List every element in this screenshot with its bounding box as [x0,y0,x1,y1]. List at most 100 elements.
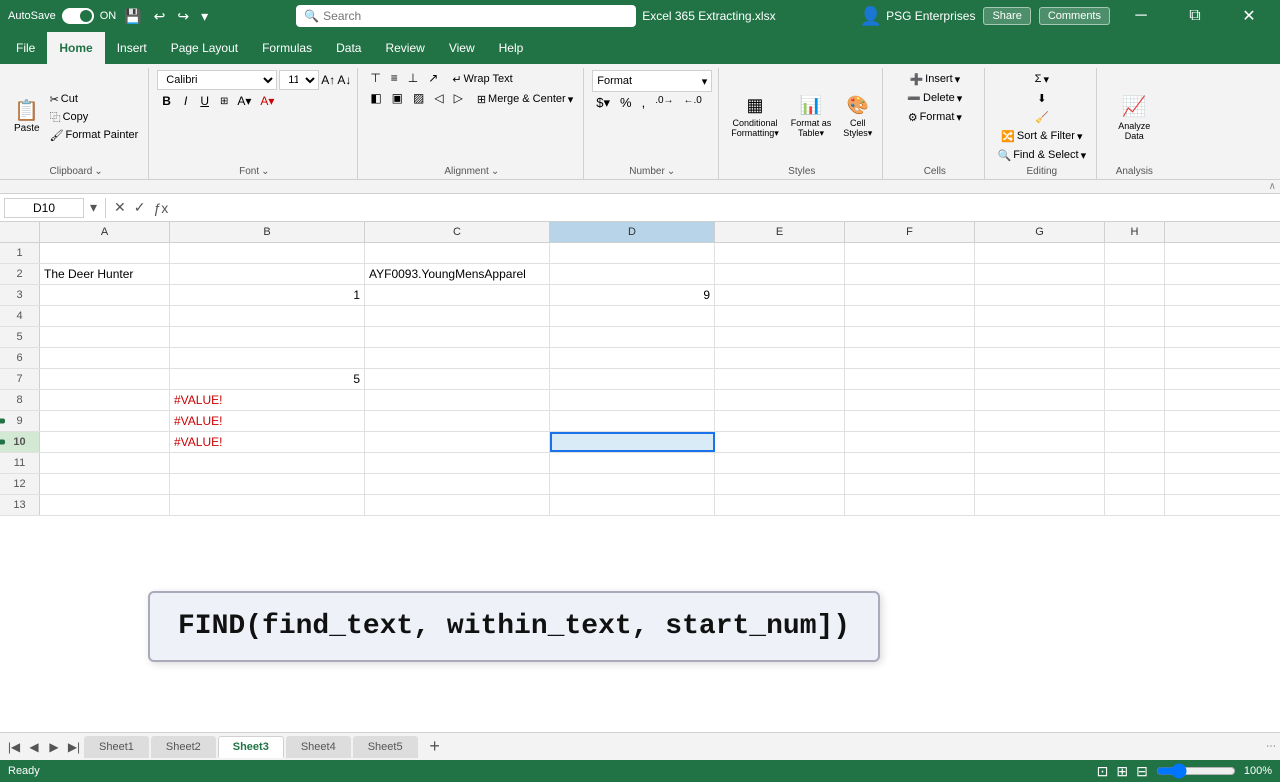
cell-g11[interactable] [975,453,1105,473]
cell-b6[interactable] [170,348,365,368]
cell-d7[interactable] [550,369,715,389]
cell-c6[interactable] [365,348,550,368]
cell-e13[interactable] [715,495,845,515]
cell-c3[interactable] [365,285,550,305]
cell-b4[interactable] [170,306,365,326]
border-button[interactable]: ⊞ [217,95,231,108]
cell-a4[interactable] [40,306,170,326]
increase-font-button[interactable]: A↑ [321,73,335,87]
cell-b5[interactable] [170,327,365,347]
sheet-tab-1[interactable]: Sheet1 [84,736,149,758]
fill-color-button[interactable]: A▾ [234,93,254,109]
cell-a10[interactable] [40,432,170,452]
align-right-button[interactable]: ▨ [409,90,428,108]
cell-d2[interactable] [550,264,715,284]
cell-b13[interactable] [170,495,365,515]
tab-data[interactable]: Data [324,32,373,64]
cell-h9[interactable] [1105,411,1165,431]
cell-h13[interactable] [1105,495,1165,515]
cell-g3[interactable] [975,285,1105,305]
cell-g10[interactable] [975,432,1105,452]
cell-f5[interactable] [845,327,975,347]
col-header-b[interactable]: B [170,222,365,242]
decrease-decimal-button[interactable]: .0→ [651,94,677,112]
search-input[interactable] [323,9,628,23]
tab-help[interactable]: Help [487,32,536,64]
cell-h7[interactable] [1105,369,1165,389]
cell-g12[interactable] [975,474,1105,494]
cell-a8[interactable] [40,390,170,410]
merge-dropdown-icon[interactable]: ▾ [568,93,574,106]
align-bottom-button[interactable]: ⊥ [404,70,422,88]
align-middle-button[interactable]: ≡ [387,70,402,88]
cut-button[interactable]: ✂ Cut [46,90,143,108]
underline-button[interactable]: U [195,92,214,110]
cell-f12[interactable] [845,474,975,494]
alignment-expand-icon[interactable]: ⌄ [491,166,499,177]
cell-b2[interactable] [170,264,365,284]
cell-a11[interactable] [40,453,170,473]
align-top-button[interactable]: ⊤ [366,70,384,88]
autosave-toggle[interactable] [62,8,94,24]
decrease-font-button[interactable]: A↓ [337,73,351,87]
cell-d8[interactable] [550,390,715,410]
grid-container[interactable]: 1 2 The Deer Hunter AYF0093.YoungMensApp… [0,243,1280,732]
col-header-g[interactable]: G [975,222,1105,242]
sheet-tab-3[interactable]: Sheet3 [218,736,284,758]
cell-h2[interactable] [1105,264,1165,284]
sheet-tab-2[interactable]: Sheet2 [151,736,216,758]
cell-d3[interactable]: 9 [550,285,715,305]
sheet-tab-4[interactable]: Sheet4 [286,736,351,758]
cell-f3[interactable] [845,285,975,305]
font-color-button[interactable]: A▾ [257,93,277,109]
comments-button[interactable]: Comments [1039,7,1110,25]
cell-a5[interactable] [40,327,170,347]
cell-a3[interactable] [40,285,170,305]
number-format-select[interactable]: Format ▾ [592,70,712,92]
sum-button[interactable]: Σ ▾ [1031,70,1053,88]
cell-h8[interactable] [1105,390,1165,410]
col-header-e[interactable]: E [715,222,845,242]
cell-e5[interactable] [715,327,845,347]
row-num-2[interactable]: 2 [0,264,40,284]
cell-e7[interactable] [715,369,845,389]
cell-e1[interactable] [715,243,845,263]
tab-page-layout[interactable]: Page Layout [159,32,250,64]
format-cells-button[interactable]: ⚙ Format ▾ [904,108,966,126]
save-button[interactable]: 💾 [120,6,145,27]
cell-c11[interactable] [365,453,550,473]
cell-f7[interactable] [845,369,975,389]
cell-d13[interactable] [550,495,715,515]
row-num-10[interactable]: 10 [0,432,40,452]
fill-button[interactable]: ⬇ [1033,89,1050,107]
row-num-12[interactable]: 12 [0,474,40,494]
cell-c9[interactable] [365,411,550,431]
cell-b8[interactable]: #VALUE! [170,390,365,410]
search-bar[interactable]: 🔍 [296,5,636,27]
italic-button[interactable]: I [179,92,192,110]
customize-qa-button[interactable]: ▾ [197,6,212,27]
cell-e2[interactable] [715,264,845,284]
format-painter-button[interactable]: 🖌 Format Painter [46,126,143,144]
cell-e4[interactable] [715,306,845,326]
cell-a1[interactable] [40,243,170,263]
col-header-a[interactable]: A [40,222,170,242]
undo-button[interactable]: ↩ [150,6,170,27]
cell-a12[interactable] [40,474,170,494]
copy-button[interactable]: ⿻ Copy [46,108,143,126]
delete-cells-button[interactable]: ➖ Delete ▾ [903,89,966,107]
name-box-dropdown[interactable]: ▾ [88,197,99,218]
cell-g5[interactable] [975,327,1105,347]
decrease-indent-button[interactable]: ◁ [430,90,447,108]
cell-g8[interactable] [975,390,1105,410]
cell-f8[interactable] [845,390,975,410]
col-header-d[interactable]: D [550,222,715,242]
cell-c8[interactable] [365,390,550,410]
cell-c4[interactable] [365,306,550,326]
row-num-8[interactable]: 8 [0,390,40,410]
cell-b7[interactable]: 5 [170,369,365,389]
tab-home[interactable]: Home [47,32,104,64]
cell-h5[interactable] [1105,327,1165,347]
cell-b11[interactable] [170,453,365,473]
conditional-formatting-button[interactable]: ▦ ConditionalFormatting▾ [727,91,783,143]
